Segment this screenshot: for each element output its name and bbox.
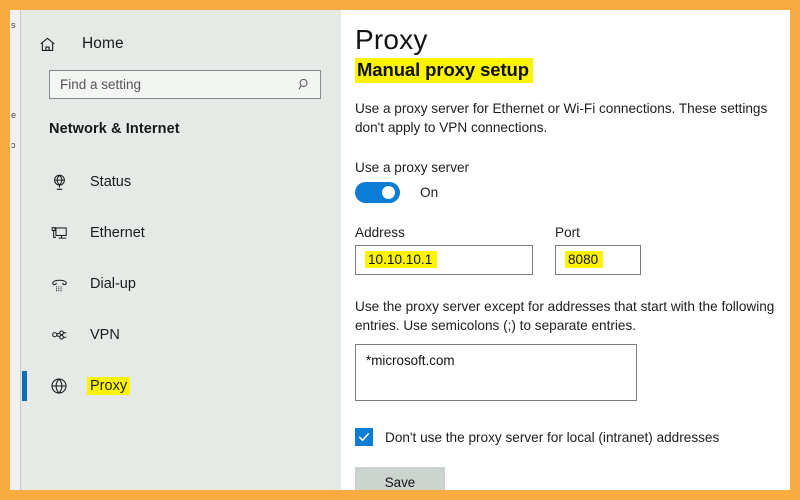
save-button[interactable]: Save: [355, 467, 445, 490]
use-proxy-server-toggle[interactable]: [355, 181, 400, 203]
sidebar-item-ethernet[interactable]: Ethernet: [21, 216, 341, 250]
sidebar-item-dial-up[interactable]: Dial-up: [21, 267, 341, 301]
exceptions-description: Use the proxy server except for addresse…: [355, 298, 775, 333]
address-value: 10.10.10.1: [365, 251, 438, 269]
exceptions-textarea[interactable]: *microsoft.com: [355, 344, 637, 402]
section-title-manual-proxy-setup: Manual proxy setup: [355, 58, 533, 83]
sidebar-item-status[interactable]: Status: [21, 165, 341, 199]
proxy-description: Use a proxy server for Ethernet or Wi-Fi…: [355, 101, 768, 136]
screenshot-inner-frame: s e ɔ Home Find a setting Network & Inte…: [10, 10, 790, 490]
use-proxy-toggle-row: On: [355, 181, 790, 203]
search-icon[interactable]: [297, 77, 312, 92]
bg-fragment: e: [11, 110, 17, 120]
vpn-key-icon: [47, 326, 71, 345]
use-proxy-server-label: Use a proxy server: [355, 159, 470, 175]
selection-indicator: [22, 371, 27, 401]
bypass-local-row: Don't use the proxy server for local (in…: [355, 428, 790, 447]
annotated-screenshot: s e ɔ Home Find a setting Network & Inte…: [0, 0, 800, 500]
sidebar-category-heading: Network & Internet: [49, 121, 180, 137]
sidebar-item-proxy[interactable]: Proxy: [21, 369, 341, 403]
sidebar-item-label: Ethernet: [90, 225, 145, 241]
port-label: Port: [555, 224, 580, 240]
bypass-local-checkbox[interactable]: [355, 428, 373, 447]
sidebar-item-home[interactable]: Home: [21, 28, 341, 60]
address-group: Address 10.10.10.1: [355, 225, 533, 275]
sidebar-nav-list: Status Ethernet Dial-up VPN Proxy: [21, 165, 341, 403]
settings-sidebar: Home Network & Internet: [21, 10, 341, 490]
search-box[interactable]: [49, 70, 321, 99]
sidebar-item-label: Status: [90, 174, 132, 190]
sidebar-item-label: Dial-up: [90, 276, 136, 292]
port-group: Port 8080: [555, 225, 641, 275]
bg-fragment: [10, 70, 20, 100]
proxy-settings-pane: Proxy Manual proxy setup Use a proxy ser…: [341, 10, 790, 490]
toggle-state-label: On: [420, 184, 439, 200]
telephone-icon: [47, 275, 71, 294]
bg-fragment: [10, 40, 20, 70]
page-title: Proxy: [355, 24, 428, 55]
settings-window: Home Network & Internet: [20, 10, 790, 490]
home-icon: [38, 35, 64, 54]
address-port-row: Address 10.10.10.1 Port 8080: [355, 225, 790, 275]
sidebar-item-label: Proxy: [87, 377, 131, 395]
sidebar-item-vpn[interactable]: VPN: [21, 318, 341, 352]
bypass-local-label: Don't use the proxy server for local (in…: [385, 429, 720, 445]
sidebar-item-label: VPN: [90, 327, 120, 343]
address-label: Address: [355, 224, 405, 240]
search-input[interactable]: [60, 77, 297, 92]
toggle-knob: [382, 185, 395, 199]
bg-fragment: s: [11, 20, 16, 30]
port-value: 8080: [565, 251, 604, 269]
background-window-sliver: s e ɔ: [10, 10, 20, 490]
bg-fragment: ɔ: [11, 140, 16, 150]
check-icon: [358, 433, 370, 442]
monitor-ethernet-icon: [47, 224, 71, 243]
exceptions-value: *microsoft.com: [366, 353, 455, 369]
globe-icon: [47, 376, 71, 396]
sidebar-home-label: Home: [82, 35, 124, 52]
address-input[interactable]: 10.10.10.1: [355, 244, 533, 275]
port-input[interactable]: 8080: [555, 244, 641, 275]
globe-network-icon: [47, 173, 71, 192]
